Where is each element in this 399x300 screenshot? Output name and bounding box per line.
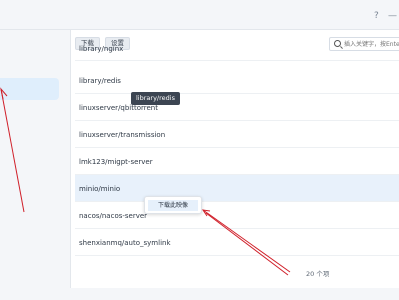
- list-item[interactable]: lmk123/migpt-server: [75, 148, 399, 175]
- download-image-menu-item[interactable]: 下载此映像: [148, 200, 198, 211]
- repo-name: library/nginx: [79, 45, 124, 53]
- minimize-button[interactable]: —: [388, 11, 397, 21]
- help-button[interactable]: ?: [374, 11, 379, 21]
- main-panel: 下载 设置 library/nginx library/redis linuxs…: [70, 30, 399, 288]
- title-bar: ? —: [0, 0, 399, 30]
- repo-name: nacos/nacos-server: [79, 212, 148, 220]
- tooltip: library/redis: [131, 92, 180, 105]
- list-item[interactable]: linuxserver/qbittorrent: [75, 94, 399, 121]
- list-item-selected[interactable]: minio/minio: [75, 175, 399, 202]
- repo-name: lmk123/migpt-server: [79, 158, 153, 166]
- item-count: 20 个项: [306, 270, 330, 278]
- context-menu: 下载此映像: [144, 196, 202, 214]
- repo-name: library/redis: [79, 77, 121, 85]
- repo-name: shenxianmq/auto_symlink: [79, 239, 171, 247]
- list-item[interactable]: linuxserver/transmission: [75, 121, 399, 148]
- list-item[interactable]: nacos/nacos-server: [75, 202, 399, 229]
- repo-name: linuxserver/transmission: [79, 131, 166, 139]
- sidebar-item-registry[interactable]: [0, 78, 59, 100]
- list-item[interactable]: shenxianmq/auto_symlink: [75, 229, 399, 256]
- sidebar: [0, 30, 66, 300]
- repo-name: minio/minio: [79, 185, 121, 193]
- list-item[interactable]: library/nginx: [75, 45, 399, 61]
- list-item[interactable]: library/redis: [75, 67, 399, 94]
- repo-name: linuxserver/qbittorrent: [79, 104, 158, 112]
- app-window: ? — 下载 设置 library/nginx library/redis li…: [0, 0, 399, 300]
